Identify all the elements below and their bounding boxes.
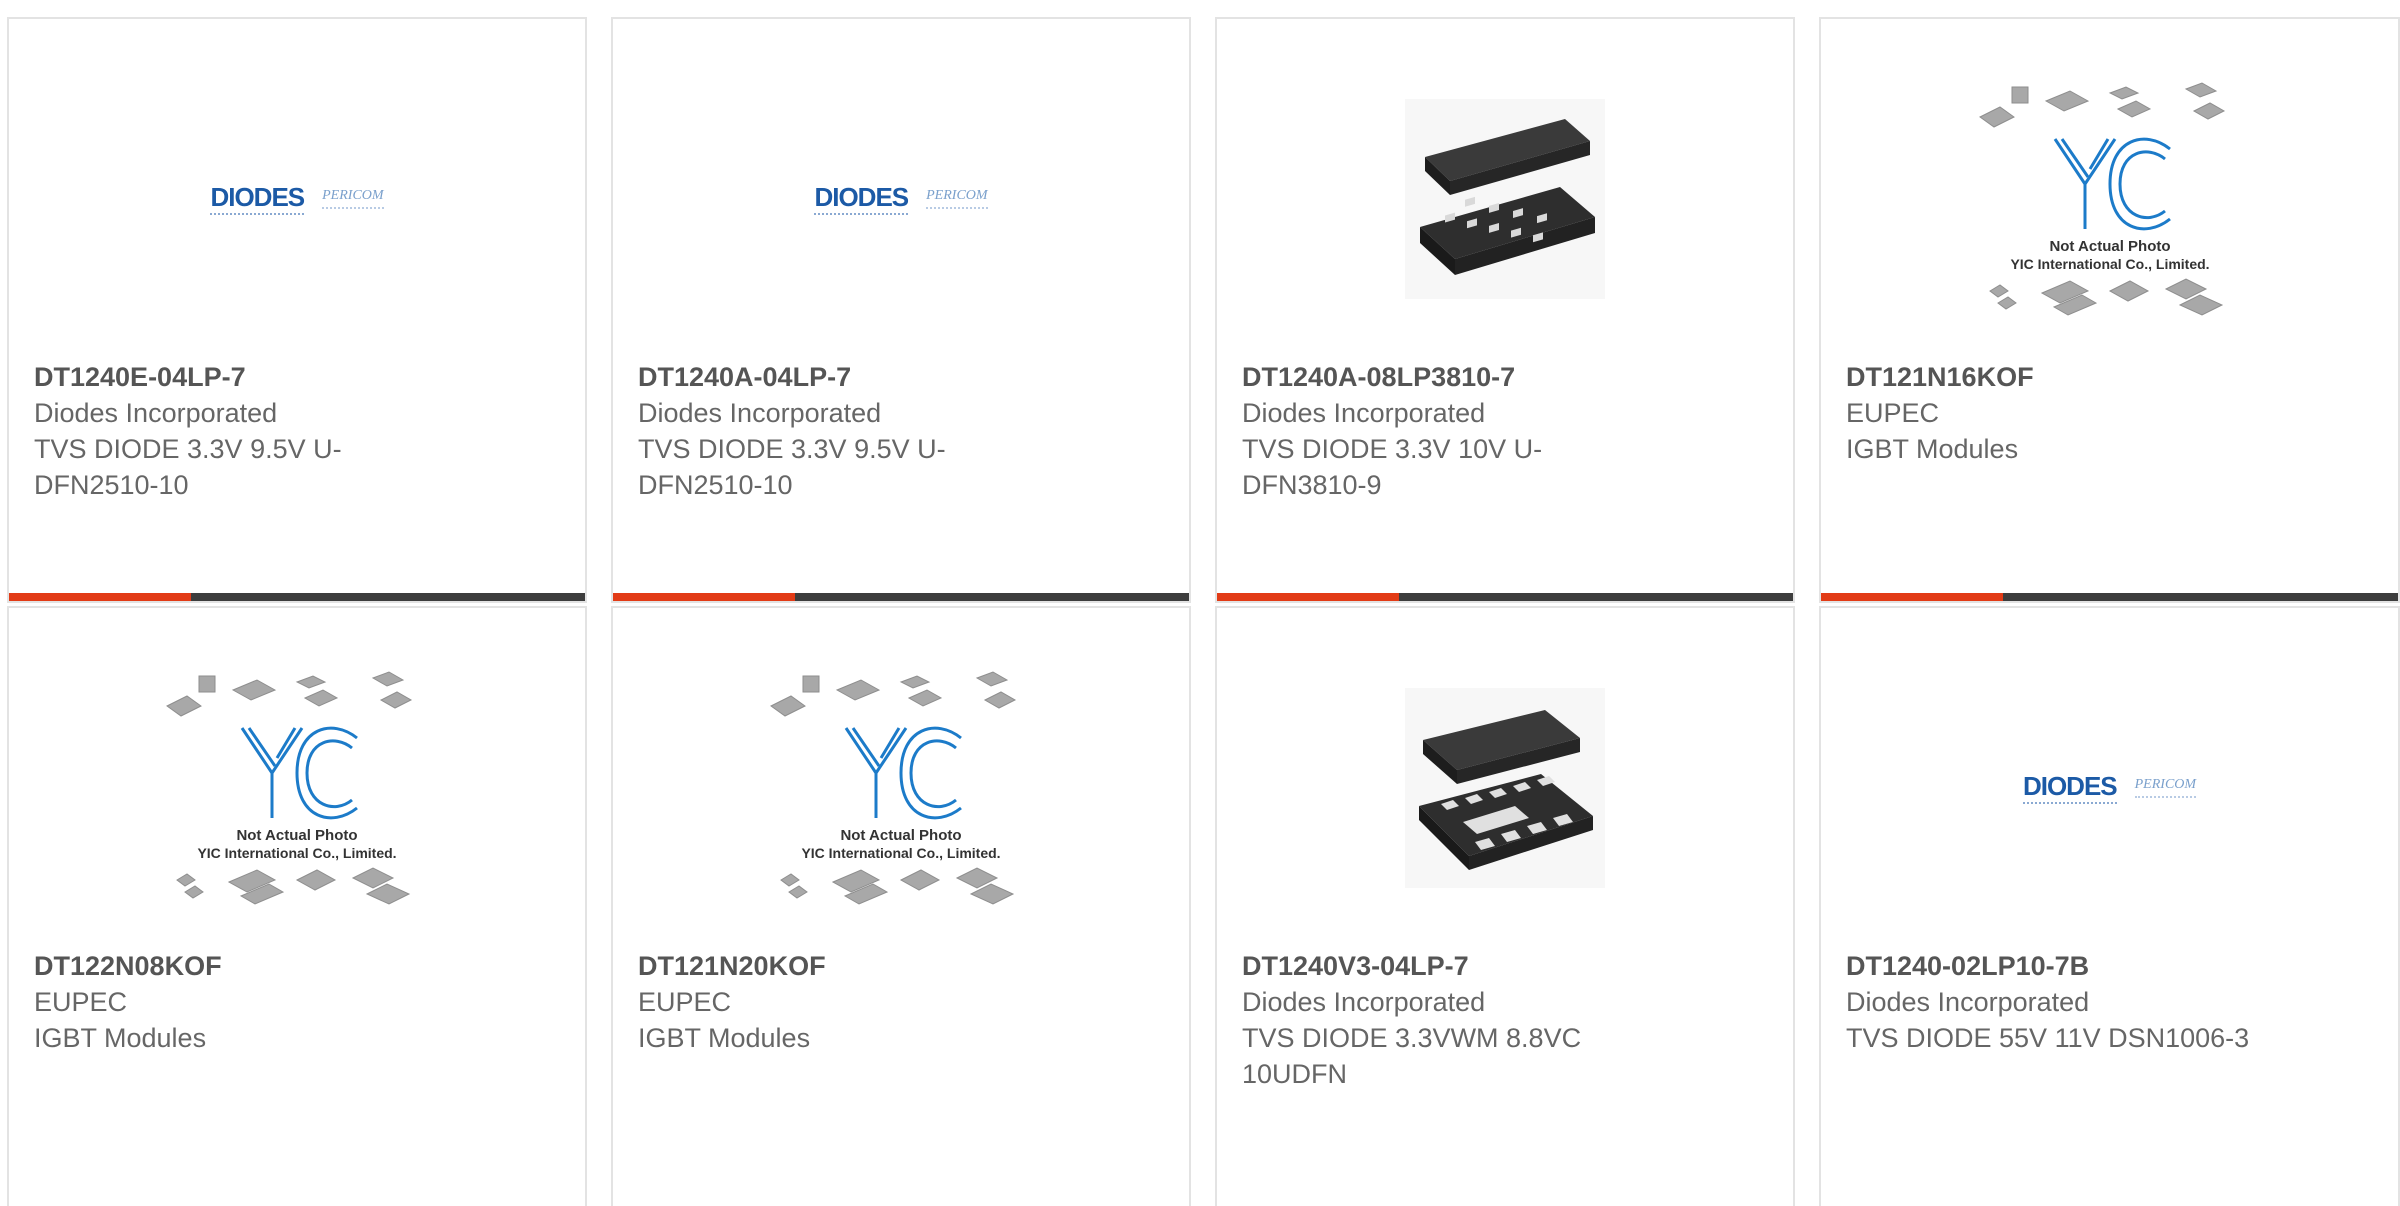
product-image[interactable]: Not Actual Photo YIC International Co., …	[613, 648, 1189, 928]
manufacturer: Diodes Incorporated	[1242, 398, 1486, 428]
yic-placeholder-image: Not Actual Photo YIC International Co., …	[1978, 82, 2225, 316]
card-bottom-bar	[613, 593, 1189, 601]
part-number-link[interactable]: DT1240E-04LP-7	[34, 359, 454, 395]
card-bottom-bar	[9, 593, 585, 601]
description: TVS DIODE 3.3VWM 8.8VC 10UDFN	[1242, 1023, 1582, 1089]
product-card[interactable]: Not Actual Photo YIC International Co., …	[7, 606, 587, 1206]
product-card[interactable]: DIODES PERICOM DT1240-02LP10-7B Diodes I…	[1819, 606, 2400, 1206]
dfn-package-photo	[1405, 688, 1605, 888]
product-card[interactable]: DIODES PERICOM DT1240A-04LP-7 Diodes Inc…	[611, 17, 1191, 603]
manufacturer: Diodes Incorporated	[1846, 987, 2090, 1017]
part-number-link[interactable]: DT121N20KOF	[638, 948, 1058, 984]
not-actual-photo-text: Not Actual Photo	[840, 827, 961, 844]
product-card[interactable]: DT1240A-08LP3810-7 Diodes Incorporated T…	[1215, 17, 1795, 603]
card-accent-bar	[9, 593, 191, 601]
description: IGBT Modules	[34, 1023, 207, 1053]
product-image[interactable]	[1217, 79, 1793, 319]
product-card[interactable]: DT1240V3-04LP-7 Diodes Incorporated TVS …	[1215, 606, 1795, 1206]
yic-company-text: YIC International Co., Limited.	[801, 845, 1000, 861]
part-number-link[interactable]: DT1240V3-04LP-7	[1242, 948, 1662, 984]
manufacturer: Diodes Incorporated	[1242, 987, 1486, 1017]
manufacturer: Diodes Incorporated	[638, 398, 882, 428]
part-number-link[interactable]: DT121N16KOF	[1846, 359, 2266, 395]
product-image[interactable]: DIODES PERICOM	[9, 79, 585, 319]
diodes-logo-text: DIODES	[210, 182, 305, 217]
part-number-link[interactable]: DT1240A-08LP3810-7	[1242, 359, 1662, 395]
product-grid: DIODES PERICOM DT1240E-04LP-7 Diodes Inc…	[0, 0, 2400, 1206]
product-image[interactable]: Not Actual Photo YIC International Co., …	[1821, 59, 2398, 339]
product-card[interactable]: DIODES PERICOM DT1240E-04LP-7 Diodes Inc…	[7, 17, 587, 603]
pericom-logo-text: PERICOM	[926, 188, 989, 210]
product-image[interactable]: DIODES PERICOM	[613, 79, 1189, 319]
yic-placeholder-image: Not Actual Photo YIC International Co., …	[770, 671, 1017, 905]
yic-company-text: YIC International Co., Limited.	[197, 845, 396, 861]
description: IGBT Modules	[1846, 434, 2019, 464]
pericom-logo-text: PERICOM	[2134, 777, 2197, 799]
description: IGBT Modules	[638, 1023, 811, 1053]
description: TVS DIODE 3.3V 9.5V U-DFN2510-10	[34, 434, 342, 500]
product-image[interactable]: DIODES PERICOM	[1821, 668, 2398, 908]
product-card[interactable]: Not Actual Photo YIC International Co., …	[1819, 17, 2400, 603]
manufacturer: EUPEC	[34, 987, 128, 1017]
dfn-package-photo	[1405, 99, 1605, 299]
product-card[interactable]: Not Actual Photo YIC International Co., …	[611, 606, 1191, 1206]
card-bottom-bar	[1821, 593, 2398, 601]
description: TVS DIODE 3.3V 10V U-DFN3810-9	[1242, 434, 1543, 500]
card-accent-bar	[1821, 593, 2003, 601]
part-number-link[interactable]: DT1240-02LP10-7B	[1846, 948, 2266, 984]
diodes-logo-text: DIODES	[2022, 771, 2118, 806]
yic-company-text: YIC International Co., Limited.	[2010, 256, 2209, 272]
card-accent-bar	[1217, 593, 1399, 601]
card-accent-bar	[613, 593, 795, 601]
manufacturer: EUPEC	[1846, 398, 1940, 428]
product-image[interactable]: Not Actual Photo YIC International Co., …	[9, 648, 585, 928]
manufacturer: EUPEC	[638, 987, 732, 1017]
part-number-link[interactable]: DT1240A-04LP-7	[638, 359, 1058, 395]
yic-placeholder-image: Not Actual Photo YIC International Co., …	[166, 671, 413, 905]
diodes-pericom-logo: DIODES PERICOM	[814, 182, 989, 217]
card-bottom-bar	[1217, 593, 1793, 601]
part-number-link[interactable]: DT122N08KOF	[34, 948, 454, 984]
diodes-pericom-logo: DIODES PERICOM	[210, 182, 385, 217]
diodes-logo-text: DIODES	[814, 182, 909, 217]
description: TVS DIODE 3.3V 9.5V U-DFN2510-10	[638, 434, 946, 500]
description: TVS DIODE 55V 11V DSN1006-3	[1846, 1023, 2250, 1053]
pericom-logo-text: PERICOM	[322, 188, 385, 210]
not-actual-photo-text: Not Actual Photo	[2049, 238, 2170, 255]
manufacturer: Diodes Incorporated	[34, 398, 278, 428]
not-actual-photo-text: Not Actual Photo	[236, 827, 357, 844]
diodes-pericom-logo: DIODES PERICOM	[2022, 771, 2197, 806]
product-image[interactable]	[1217, 668, 1793, 908]
